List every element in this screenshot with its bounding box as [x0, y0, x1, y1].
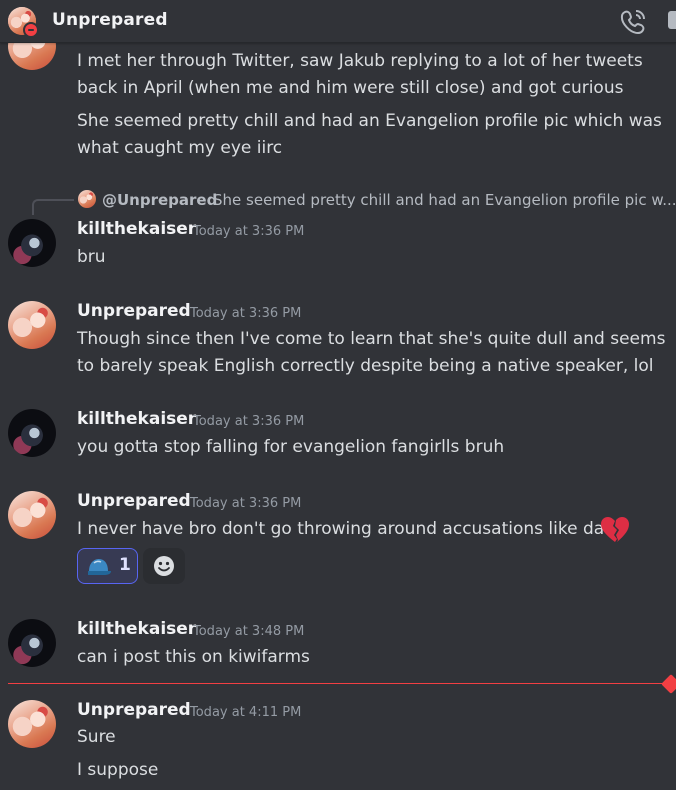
reply-preview-text[interactable]: She seemed pretty chill and had an Evang…: [213, 191, 676, 209]
message-text: She seemed pretty chill and had an Evang…: [77, 111, 662, 131]
phone-call-icon[interactable]: [620, 8, 648, 38]
timestamp: Today at 3:48 PM: [193, 624, 305, 639]
message-text: to barely speak English correctly despit…: [77, 356, 654, 376]
username[interactable]: Unprepared: [77, 301, 191, 321]
timestamp: Today at 3:36 PM: [190, 306, 302, 321]
message-text: I never have bro don't go throwing aroun…: [77, 519, 611, 539]
reaction-chip[interactable]: 1: [77, 548, 138, 584]
avatar[interactable]: [8, 700, 56, 748]
username[interactable]: Unprepared: [77, 700, 191, 720]
avatar[interactable]: [8, 491, 56, 539]
message-text: Though since then I've come to learn tha…: [77, 329, 666, 349]
timestamp: Today at 3:36 PM: [193, 414, 305, 429]
reply-connector: [32, 199, 74, 215]
reaction-count: 1: [119, 555, 131, 575]
message-text: I suppose: [77, 760, 159, 780]
add-reaction-button[interactable]: [143, 548, 185, 584]
avatar[interactable]: [8, 219, 56, 267]
avatar[interactable]: [8, 301, 56, 349]
dnd-status-icon: [23, 22, 39, 38]
username[interactable]: killthekaiser: [77, 409, 196, 429]
message-text: bru: [77, 247, 106, 267]
timestamp: Today at 3:36 PM: [190, 496, 302, 511]
message-text: Sure: [77, 727, 116, 747]
new-messages-marker: [661, 674, 676, 694]
partial-icon[interactable]: [666, 8, 676, 36]
new-messages-divider: [8, 683, 668, 684]
message-text: back in April (when me and him were stil…: [77, 78, 624, 98]
reply-avatar[interactable]: [78, 190, 96, 208]
message-text: what caught my eye iirc: [77, 138, 283, 158]
message-text: you gotta stop falling for evangelion fa…: [77, 437, 505, 457]
timestamp: Today at 4:11 PM: [190, 705, 302, 720]
channel-title: Unprepared: [52, 10, 168, 30]
username[interactable]: killthekaiser: [77, 619, 196, 639]
message-text: I met her through Twitter, saw Jakub rep…: [77, 51, 643, 71]
blue-cap-icon: [86, 557, 112, 581]
avatar[interactable]: [8, 619, 56, 667]
username[interactable]: killthekaiser: [77, 219, 196, 239]
timestamp: Today at 3:36 PM: [193, 224, 305, 239]
smiley-add-reaction-icon: [154, 556, 174, 576]
avatar[interactable]: [8, 409, 56, 457]
username[interactable]: Unprepared: [77, 491, 191, 511]
channel-header: Unprepared: [0, 0, 676, 43]
broken-heart-icon: [600, 516, 630, 548]
message-text: can i post this on kiwifarms: [77, 647, 310, 667]
header-avatar[interactable]: [8, 7, 39, 38]
reply-username[interactable]: @Unprepared: [102, 191, 217, 209]
